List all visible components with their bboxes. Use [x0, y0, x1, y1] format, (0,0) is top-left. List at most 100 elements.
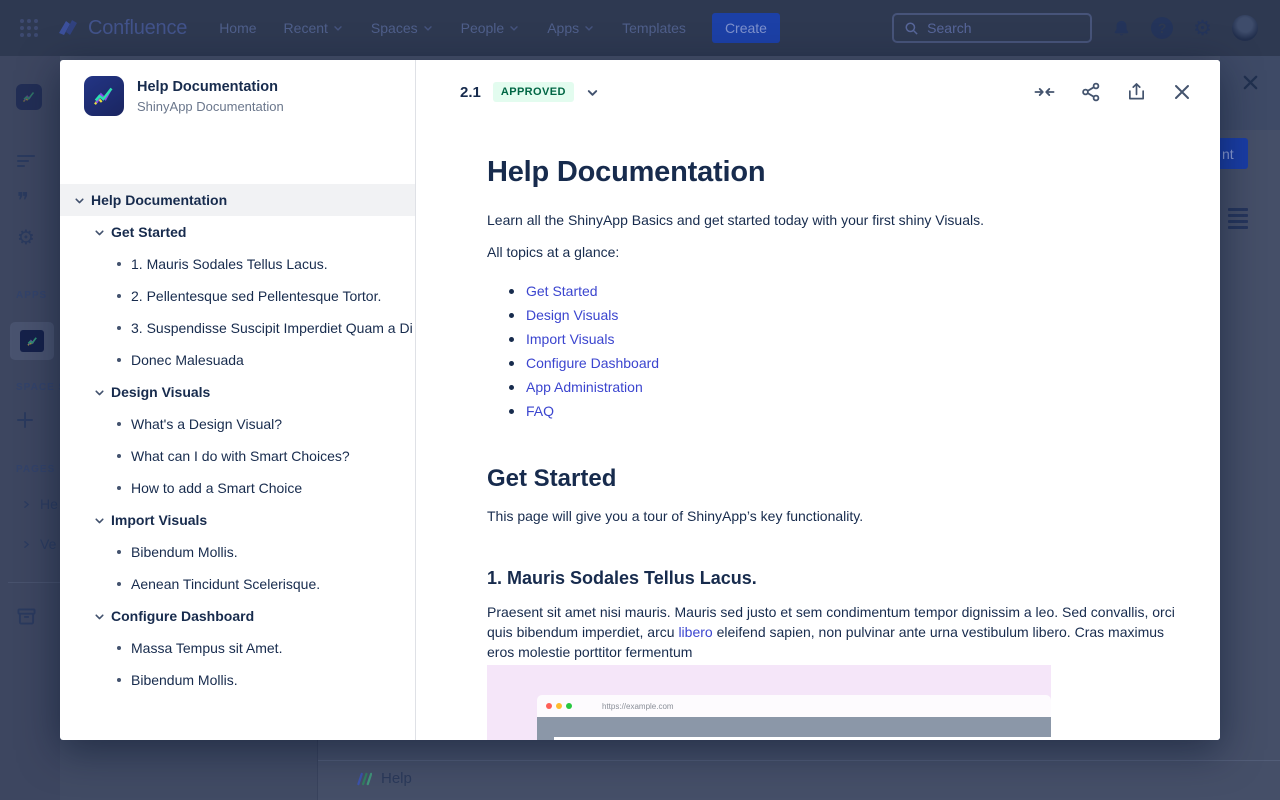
- tree-item-root[interactable]: Help Documentation: [60, 184, 415, 216]
- list-item: Configure Dashboard: [487, 351, 1177, 375]
- chevron-down-icon[interactable]: [93, 226, 106, 239]
- sidebar-page-item[interactable]: Ve: [0, 536, 60, 552]
- search-icon: [904, 21, 919, 36]
- search-input-wrap[interactable]: [892, 13, 1092, 43]
- chevron-down-icon[interactable]: [93, 386, 106, 399]
- blog-quote-icon[interactable]: ❞: [0, 190, 60, 212]
- list-lines-icon[interactable]: [1228, 208, 1248, 229]
- bullet-dot: [509, 313, 514, 318]
- tree-item[interactable]: 2. Pellentesque sed Pellentesque Tortor.: [60, 280, 415, 312]
- topic-link-configure-dashboard[interactable]: Configure Dashboard: [526, 355, 659, 371]
- space-settings-gear-icon[interactable]: ⚙: [0, 228, 60, 248]
- tree-item[interactable]: Massa Tempus sit Amet.: [60, 632, 415, 664]
- embedded-image[interactable]: https://example.com: [487, 665, 1051, 740]
- dimmed-sidebar-bottom: [60, 740, 317, 800]
- tree-item[interactable]: What can I do with Smart Choices?: [60, 440, 415, 472]
- chevron-down-icon[interactable]: [73, 194, 86, 207]
- browser-url: https://example.com: [602, 702, 674, 711]
- footer-divider: [318, 760, 1280, 761]
- bullet-dot: [117, 486, 121, 490]
- tree-item-heading[interactable]: Get Started: [60, 216, 415, 248]
- settings-gear-icon[interactable]: ⚙: [1193, 18, 1212, 39]
- browser-mockup: https://example.com: [537, 695, 1051, 740]
- bullet-dot: [117, 358, 121, 362]
- space-logo-icon[interactable]: [16, 84, 42, 110]
- notifications-bell-icon[interactable]: [1112, 19, 1131, 38]
- list-item: Get Started: [487, 279, 1177, 303]
- bullet-dot: [117, 262, 121, 266]
- space-shortcuts-label: SPACE S: [0, 382, 60, 393]
- document-content: Help Documentation Learn all the ShinyAp…: [487, 60, 1177, 740]
- overview-lines-icon[interactable]: [0, 154, 60, 168]
- tree-item[interactable]: Bibendum Mollis.: [60, 664, 415, 696]
- chevron-down-icon[interactable]: [93, 514, 106, 527]
- bullet-dot: [117, 582, 121, 586]
- nav-item-people[interactable]: People: [461, 20, 521, 36]
- nav-item-spaces[interactable]: Spaces: [371, 20, 434, 36]
- nav-item-recent[interactable]: Recent: [284, 20, 344, 36]
- tree-item[interactable]: Aenean Tincidunt Scelerisque.: [60, 568, 415, 600]
- tree-item[interactable]: How to add a Smart Choice: [60, 472, 415, 504]
- document-panel: 2.1 APPROVED Help Docume: [416, 60, 1220, 740]
- space-sidebar-strip: ❞ ⚙ APPS SPACE S PAGES He: [0, 56, 60, 800]
- version-number: 2.1: [460, 84, 481, 101]
- archive-box-icon[interactable]: [0, 608, 60, 625]
- add-shortcut-plus-icon[interactable]: [0, 412, 60, 428]
- tree-item-heading[interactable]: Import Visuals: [60, 504, 415, 536]
- bullet-dot: [509, 361, 514, 366]
- window-dot-yellow: [556, 703, 562, 709]
- nav-item-templates[interactable]: Templates: [622, 20, 686, 36]
- topic-link-get-started[interactable]: Get Started: [526, 283, 598, 299]
- chevron-down-icon[interactable]: [93, 610, 106, 623]
- tree-item-heading[interactable]: Configure Dashboard: [60, 600, 415, 632]
- dimmed-action-button-fragment[interactable]: nt: [1220, 138, 1248, 169]
- help-slashes-icon: [355, 771, 372, 787]
- nav-right: ? ⚙: [892, 13, 1258, 43]
- app-switcher-icon[interactable]: [20, 19, 38, 37]
- bullet-dot: [117, 422, 121, 426]
- help-icon[interactable]: ?: [1151, 17, 1173, 39]
- pages-section-label: PAGES: [0, 464, 60, 475]
- create-button[interactable]: Create: [712, 13, 780, 43]
- document-outline-panel: Help Documentation ShinyApp Documentatio…: [60, 60, 416, 740]
- tree-item[interactable]: 1. Mauris Sodales Tellus Lacus.: [60, 248, 415, 280]
- bullet-dot: [117, 646, 121, 650]
- avatar[interactable]: [1232, 15, 1258, 41]
- nav-item-apps[interactable]: Apps: [547, 20, 595, 36]
- modal-title: Help Documentation: [137, 79, 284, 95]
- doc-app-header: Help Documentation ShinyApp Documentatio…: [84, 76, 284, 116]
- sidebar-page-item[interactable]: He: [0, 496, 60, 512]
- topics-link-list: Get Started Design Visuals Import Visual…: [487, 279, 1177, 423]
- bullet-dot: [509, 289, 514, 294]
- tree-item[interactable]: Bibendum Mollis.: [60, 536, 415, 568]
- chevron-down-icon: [422, 22, 434, 34]
- sidebar-divider: [8, 582, 60, 583]
- page-close-icon[interactable]: [1241, 73, 1260, 92]
- confluence-logo[interactable]: Confluence: [56, 16, 187, 40]
- topic-link-app-administration[interactable]: App Administration: [526, 379, 643, 395]
- nav-item-home[interactable]: Home: [219, 20, 256, 36]
- list-item: FAQ: [487, 399, 1177, 423]
- tree-item[interactable]: Donec Malesuada: [60, 344, 415, 376]
- topic-link-design-visuals[interactable]: Design Visuals: [526, 307, 618, 323]
- subsection-heading: 1. Mauris Sodales Tellus Lacus.: [487, 568, 1177, 589]
- tree-item-heading[interactable]: Design Visuals: [60, 376, 415, 408]
- topic-link-import-visuals[interactable]: Import Visuals: [526, 331, 614, 347]
- search-input[interactable]: [927, 20, 1067, 36]
- tree-item[interactable]: 3. Suspendisse Suscipit Imperdiet Quam a…: [60, 312, 415, 344]
- sidebar-item-shinyapp[interactable]: [10, 322, 54, 360]
- page-footer-help[interactable]: Help: [355, 770, 412, 787]
- bullet-dot: [117, 550, 121, 554]
- list-item: App Administration: [487, 375, 1177, 399]
- nav-menu: Home Recent Spaces People Apps Templates: [219, 20, 686, 36]
- bullet-dot: [509, 385, 514, 390]
- window-dot-green: [566, 703, 572, 709]
- bullet-dot: [117, 294, 121, 298]
- inline-link-libero[interactable]: libero: [678, 624, 712, 640]
- modal-subtitle: ShinyApp Documentation: [137, 99, 284, 114]
- sidebar-edge-divider: [317, 740, 318, 800]
- tree-item[interactable]: What's a Design Visual?: [60, 408, 415, 440]
- topic-link-faq[interactable]: FAQ: [526, 403, 554, 419]
- outline-tree: Help Documentation Get Started 1. Mauris…: [60, 184, 415, 696]
- window-dot-red: [546, 703, 552, 709]
